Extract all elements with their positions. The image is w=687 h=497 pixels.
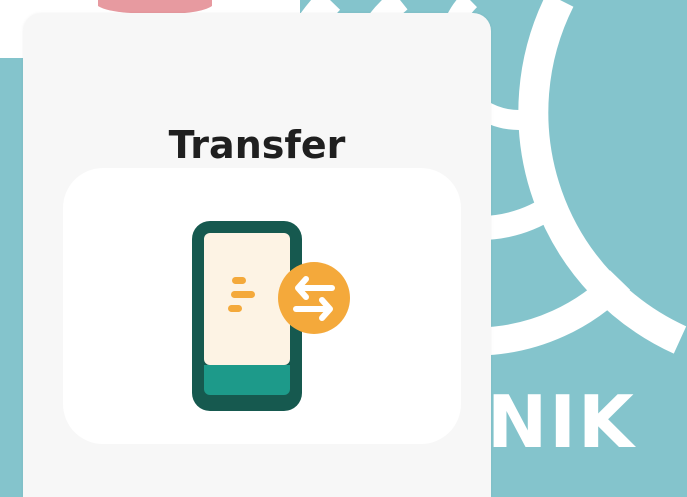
brand-logo-text: NIK bbox=[487, 380, 636, 464]
phone-transfer-icon bbox=[192, 221, 350, 411]
transfer-card[interactable]: Transfer bbox=[23, 13, 491, 497]
card-title: Transfer bbox=[168, 123, 346, 167]
app-screen: NIK Transfer bbox=[0, 0, 687, 497]
